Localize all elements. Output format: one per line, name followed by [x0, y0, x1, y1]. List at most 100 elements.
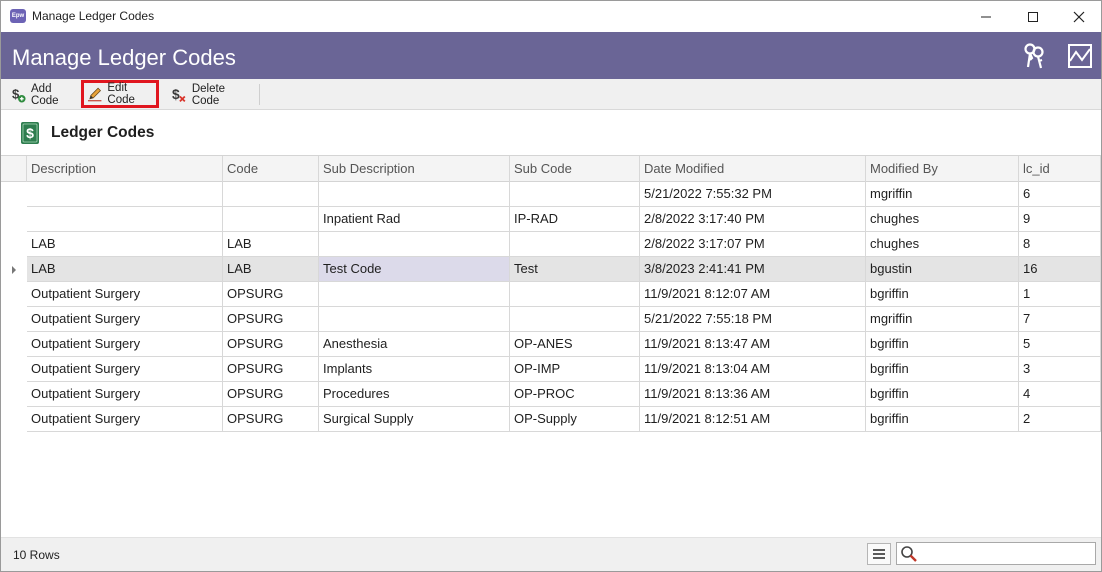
column-header-sub-description[interactable]: Sub Description [319, 156, 510, 182]
cell-sub-code[interactable] [510, 307, 640, 332]
add-code-button[interactable]: $ Add Code [7, 81, 79, 108]
table-row[interactable]: Outpatient Surgery OPSURG Anesthesia OP-ANE… [1, 332, 1101, 357]
cell-code[interactable]: OPSURG [223, 357, 319, 382]
delete-code-button[interactable]: $ Delete Code [167, 81, 255, 108]
row-selector[interactable] [1, 257, 26, 282]
column-header-lc-id[interactable]: lc_id [1019, 156, 1101, 182]
table-row[interactable]: Outpatient Surgery OPSURG 5/21/2022 7:55:1… [1, 307, 1101, 332]
column-header-code[interactable]: Code [223, 156, 319, 182]
cell-date-modified[interactable]: 3/8/2023 2:41:41 PM [640, 257, 866, 282]
cell-date-modified[interactable]: 2/8/2022 3:17:40 PM [640, 207, 866, 232]
row-selector[interactable] [1, 232, 26, 257]
cell-modified-by[interactable]: bgustin [866, 257, 1019, 282]
row-selector[interactable] [1, 332, 26, 357]
cell-lc-id[interactable]: 3 [1019, 357, 1101, 382]
cell-description[interactable]: Outpatient Surgery [27, 282, 223, 307]
cell-sub-code[interactable] [510, 232, 640, 257]
cell-modified-by[interactable]: bgriffin [866, 407, 1019, 432]
cell-sub-code[interactable]: OP-Supply [510, 407, 640, 432]
column-header-date-modified[interactable]: Date Modified [640, 156, 866, 182]
cell-code[interactable] [223, 207, 319, 232]
cell-sub-code[interactable]: IP-RAD [510, 207, 640, 232]
column-header-sub-code[interactable]: Sub Code [510, 156, 640, 182]
close-button[interactable] [1056, 1, 1102, 32]
cell-date-modified[interactable]: 5/21/2022 7:55:18 PM [640, 307, 866, 332]
cell-modified-by[interactable]: mgriffin [866, 182, 1019, 207]
cell-modified-by[interactable]: bgriffin [866, 382, 1019, 407]
cell-date-modified[interactable]: 5/21/2022 7:55:32 PM [640, 182, 866, 207]
cell-lc-id[interactable]: 2 [1019, 407, 1101, 432]
cell-modified-by[interactable]: chughes [866, 232, 1019, 257]
row-selector[interactable] [1, 207, 26, 232]
cell-code[interactable] [223, 182, 319, 207]
minimize-button[interactable] [963, 1, 1009, 32]
cell-sub-code[interactable]: OP-ANES [510, 332, 640, 357]
cell-description[interactable] [27, 182, 223, 207]
cell-code[interactable]: OPSURG [223, 282, 319, 307]
cell-lc-id[interactable]: 9 [1019, 207, 1101, 232]
edit-code-button[interactable]: Edit Code [81, 80, 159, 108]
cell-code[interactable]: OPSURG [223, 407, 319, 432]
cell-lc-id[interactable]: 5 [1019, 332, 1101, 357]
cell-lc-id[interactable]: 6 [1019, 182, 1101, 207]
cell-description[interactable]: LAB [27, 257, 223, 282]
row-selector[interactable] [1, 407, 26, 432]
cell-sub-description[interactable]: Implants [319, 357, 510, 382]
cell-lc-id[interactable]: 1 [1019, 282, 1101, 307]
cell-date-modified[interactable]: 11/9/2021 8:13:36 AM [640, 382, 866, 407]
cell-sub-code[interactable]: OP-PROC [510, 382, 640, 407]
row-selector[interactable] [1, 182, 26, 207]
cell-date-modified[interactable]: 11/9/2021 8:12:07 AM [640, 282, 866, 307]
cell-sub-description[interactable]: Anesthesia [319, 332, 510, 357]
cell-description[interactable]: Outpatient Surgery [27, 332, 223, 357]
cell-date-modified[interactable]: 11/9/2021 8:13:04 AM [640, 357, 866, 382]
row-selector[interactable] [1, 357, 26, 382]
cell-description[interactable]: LAB [27, 232, 223, 257]
cell-modified-by[interactable]: bgriffin [866, 282, 1019, 307]
cell-modified-by[interactable]: bgriffin [866, 357, 1019, 382]
cell-sub-description[interactable] [319, 182, 510, 207]
cell-sub-code[interactable]: OP-IMP [510, 357, 640, 382]
cell-code[interactable]: LAB [223, 257, 319, 282]
cell-sub-code[interactable]: Test [510, 257, 640, 282]
search-box[interactable] [896, 542, 1096, 565]
cell-sub-description[interactable] [319, 232, 510, 257]
chart-icon[interactable] [1065, 41, 1095, 71]
table-row[interactable]: Outpatient Surgery OPSURG Surgical Supply O… [1, 407, 1101, 432]
table-row[interactable]: Outpatient Surgery OPSURG Procedures OP-PRO… [1, 382, 1101, 407]
cell-sub-description[interactable]: Inpatient Rad [319, 207, 510, 232]
table-row[interactable]: Outpatient Surgery OPSURG Implants OP-IMP 11… [1, 357, 1101, 382]
cell-modified-by[interactable]: mgriffin [866, 307, 1019, 332]
table-row[interactable]: 5/21/2022 7:55:32 PM mgriffin 6 [1, 182, 1101, 207]
cell-sub-description[interactable] [319, 307, 510, 332]
cell-sub-description[interactable]: Procedures [319, 382, 510, 407]
cell-code[interactable]: LAB [223, 232, 319, 257]
cell-description[interactable] [27, 207, 223, 232]
row-selector[interactable] [1, 307, 26, 332]
row-selector[interactable] [1, 382, 26, 407]
keys-icon[interactable] [1019, 41, 1049, 71]
cell-date-modified[interactable]: 2/8/2022 3:17:07 PM [640, 232, 866, 257]
cell-lc-id[interactable]: 16 [1019, 257, 1101, 282]
table-row[interactable]: Outpatient Surgery OPSURG 11/9/2021 8:12:0… [1, 282, 1101, 307]
table-row[interactable]: Inpatient Rad IP-RAD 2/8/2022 3:17:40 PM ch… [1, 207, 1101, 232]
column-header-description[interactable]: Description [27, 156, 223, 182]
maximize-button[interactable] [1010, 1, 1056, 32]
cell-modified-by[interactable]: chughes [866, 207, 1019, 232]
cell-sub-description[interactable] [319, 282, 510, 307]
cell-sub-code[interactable] [510, 282, 640, 307]
table-row[interactable]: LAB LAB Test Code Test 3/8/2023 2:41:41 PM bg… [1, 257, 1101, 282]
row-selector[interactable] [1, 282, 26, 307]
column-header-modified-by[interactable]: Modified By [866, 156, 1019, 182]
column-menu-button[interactable] [867, 543, 891, 565]
table-row[interactable]: LAB LAB 2/8/2022 3:17:07 PM chughes 8 [1, 232, 1101, 257]
cell-date-modified[interactable]: 11/9/2021 8:13:47 AM [640, 332, 866, 357]
cell-description[interactable]: Outpatient Surgery [27, 407, 223, 432]
cell-description[interactable]: Outpatient Surgery [27, 382, 223, 407]
cell-code[interactable]: OPSURG [223, 332, 319, 357]
search-input[interactable] [919, 545, 1091, 562]
cell-code[interactable]: OPSURG [223, 382, 319, 407]
cell-description[interactable]: Outpatient Surgery [27, 307, 223, 332]
cell-lc-id[interactable]: 7 [1019, 307, 1101, 332]
cell-code[interactable]: OPSURG [223, 307, 319, 332]
